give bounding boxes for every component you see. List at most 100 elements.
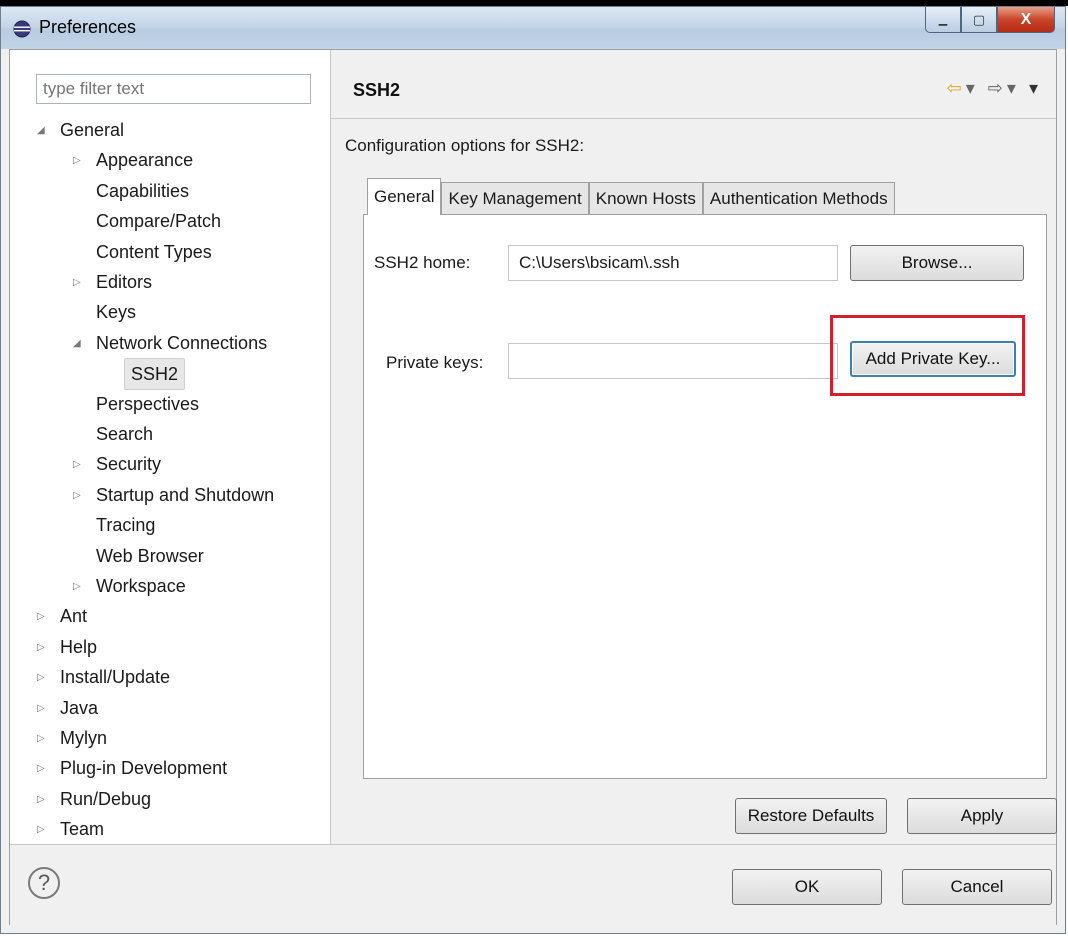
tree-item[interactable]: ◢ Network Connections xyxy=(10,328,330,358)
maximize-button[interactable]: ▢ xyxy=(961,7,997,33)
tree-item-label: Install/Update xyxy=(60,667,171,688)
preferences-tree-panel: ◢ General ▷ Appearance Capabilities Compare/P… xyxy=(10,50,331,844)
tree-item-label: General xyxy=(60,120,125,140)
minimize-button[interactable]: ▁ xyxy=(925,7,961,33)
tree-item-label: Keys xyxy=(96,302,137,323)
collapsed-triangle-icon[interactable]: ▷ xyxy=(37,642,47,653)
tab-general[interactable]: General xyxy=(367,178,442,215)
tree-item-label: SSH2 xyxy=(124,358,186,391)
tab-bar: General Key Management Known Hosts Authe… xyxy=(367,178,895,215)
tree-item-label: Web Browser xyxy=(96,545,204,566)
tree-item-label: Ant xyxy=(60,606,88,627)
close-button[interactable]: X xyxy=(997,7,1055,33)
tree-item[interactable]: Keys xyxy=(10,297,330,327)
dialog-client-area: ◢ General ▷ Appearance Capabilities Compare/P… xyxy=(9,49,1057,929)
tree-item-label: Run/Debug xyxy=(60,788,152,809)
tree-item[interactable]: ▷ Startup and Shutdown xyxy=(10,480,330,510)
tree-item-label: Perspectives xyxy=(96,393,200,414)
collapsed-triangle-icon[interactable]: ▷ xyxy=(37,612,47,622)
header-divider xyxy=(331,118,1056,119)
window-title: Preferences xyxy=(39,17,137,37)
collapsed-triangle-icon[interactable]: ▷ xyxy=(73,490,83,501)
collapsed-triangle-icon[interactable]: ▷ xyxy=(37,734,47,744)
forward-menu-chevron-icon[interactable]: ▾ xyxy=(1007,78,1020,98)
tree-item-label: Compare/Patch xyxy=(96,211,222,232)
collapsed-triangle-icon[interactable]: ▷ xyxy=(37,794,47,805)
tree-item[interactable]: ▷ Plug-in Development xyxy=(10,753,330,783)
tree-item-label: Editors xyxy=(96,272,153,292)
tree-item[interactable]: SSH2 xyxy=(10,358,330,391)
tree-item-label: Java xyxy=(60,697,99,718)
collapsed-triangle-icon[interactable]: ▷ xyxy=(73,460,83,470)
private-keys-label: Private keys: xyxy=(386,353,484,372)
browse-button[interactable]: Browse... xyxy=(850,245,1024,281)
tree-item[interactable]: ▷ Workspace xyxy=(10,571,330,601)
preference-page: SSH2 ⇦▾ ⇨▾ ▾ Configuration options for S… xyxy=(331,50,1057,844)
view-menu-chevron-icon[interactable]: ▾ xyxy=(1029,78,1042,98)
tree-item[interactable]: ▷ Install/Update xyxy=(10,662,330,692)
tree-item[interactable]: Tracing xyxy=(10,510,330,540)
tree-item[interactable]: Capabilities xyxy=(10,176,330,206)
tree-item[interactable]: ◢ General xyxy=(10,115,330,145)
help-icon[interactable]: ? xyxy=(28,867,60,899)
expanded-triangle-icon[interactable]: ◢ xyxy=(37,126,47,136)
tree-item-label: Network Connections xyxy=(96,332,268,353)
filter-input[interactable] xyxy=(36,74,311,104)
preferences-window: Preferences ▁ ▢ X ◢ General ▷ Appearance Cap… xyxy=(0,6,1066,934)
apply-button[interactable]: Apply xyxy=(907,798,1057,834)
ssh2-home-field[interactable]: C:\Users\bsicam\.ssh xyxy=(508,245,838,281)
ssh2-home-label: SSH2 home: xyxy=(374,253,471,272)
restore-defaults-button[interactable]: Restore Defaults xyxy=(735,798,887,834)
collapsed-triangle-icon[interactable]: ▷ xyxy=(37,673,47,683)
tree-item-label: Capabilities xyxy=(96,180,190,201)
tree-item-label: Plug-in Development xyxy=(60,758,228,779)
eclipse-logo-icon xyxy=(13,20,31,38)
tab-authentication-methods[interactable]: Authentication Methods xyxy=(702,182,895,215)
close-icon: X xyxy=(1020,10,1032,28)
forward-arrow-icon[interactable]: ⇨ xyxy=(988,78,1007,98)
collapsed-triangle-icon[interactable]: ▷ xyxy=(37,703,47,714)
collapsed-triangle-icon[interactable]: ▷ xyxy=(37,764,47,774)
tree-item-label: Appearance xyxy=(96,150,194,171)
tree-item-label: Team xyxy=(60,819,105,840)
tree-item[interactable]: ▷ Team xyxy=(10,814,330,844)
collapsed-triangle-icon[interactable]: ▷ xyxy=(73,278,83,288)
tree-item[interactable]: ▷ Appearance xyxy=(10,145,330,175)
tree-item[interactable]: ▷ Java xyxy=(10,693,330,723)
tree-item[interactable]: Compare/Patch xyxy=(10,206,330,236)
tree-item[interactable]: ▷ Run/Debug xyxy=(10,784,330,814)
tree-item-label: Content Types xyxy=(96,241,212,262)
tree-item[interactable]: Web Browser xyxy=(10,541,330,571)
collapsed-triangle-icon[interactable]: ▷ xyxy=(37,825,47,835)
cancel-button[interactable]: Cancel xyxy=(902,869,1052,905)
maximize-icon: ▢ xyxy=(972,11,986,27)
collapsed-triangle-icon[interactable]: ▷ xyxy=(73,156,83,166)
tree-item-label: Security xyxy=(96,454,162,475)
general-tab-panel: SSH2 home: C:\Users\bsicam\.ssh Browse..… xyxy=(363,214,1047,779)
page-navigation: ⇦▾ ⇨▾ ▾ xyxy=(947,78,1042,99)
ok-button[interactable]: OK xyxy=(732,869,882,905)
collapsed-triangle-icon[interactable]: ▷ xyxy=(73,582,83,592)
private-keys-field[interactable] xyxy=(508,343,838,379)
title-bar[interactable]: Preferences ▁ ▢ X xyxy=(1,7,1065,49)
tree-item-label: Mylyn xyxy=(60,728,108,748)
tree-item[interactable]: ▷ Help xyxy=(10,632,330,662)
back-arrow-icon[interactable]: ⇦ xyxy=(947,78,966,98)
tree-item[interactable]: Search xyxy=(10,419,330,449)
tree-item-label: Tracing xyxy=(96,515,156,536)
tree-item[interactable]: ▷ Ant xyxy=(10,601,330,631)
tab-known-hosts[interactable]: Known Hosts xyxy=(588,182,703,215)
annotation-highlight-box xyxy=(830,315,1025,396)
tree-item[interactable]: ▷ Editors xyxy=(10,267,330,297)
back-menu-chevron-icon[interactable]: ▾ xyxy=(966,78,979,98)
page-title: SSH2 xyxy=(353,80,401,100)
dialog-footer: ? OK Cancel xyxy=(10,844,1056,929)
tree-item[interactable]: Perspectives xyxy=(10,389,330,419)
tree-item-label: Help xyxy=(60,636,98,657)
expanded-triangle-icon[interactable]: ◢ xyxy=(73,338,83,349)
tree-item[interactable]: ▷ Security xyxy=(10,449,330,479)
tab-key-management[interactable]: Key Management xyxy=(441,182,589,215)
tree-item[interactable]: Content Types xyxy=(10,237,330,267)
tree-item[interactable]: ▷ Mylyn xyxy=(10,723,330,753)
tree-item-label: Startup and Shutdown xyxy=(96,484,275,505)
